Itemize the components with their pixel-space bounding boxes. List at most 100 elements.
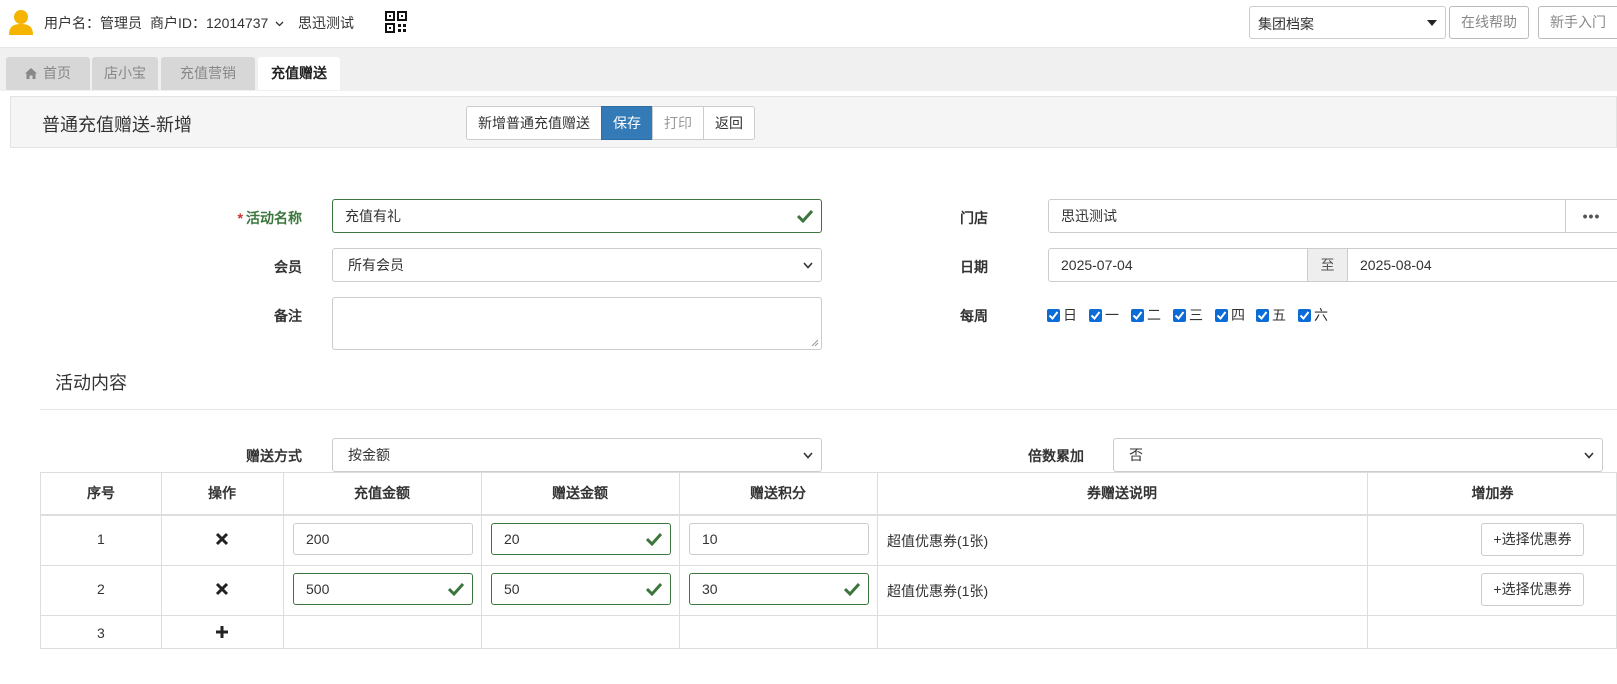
col-header-action: 操作	[208, 485, 236, 501]
weekday-sat-label: 六	[1314, 307, 1328, 323]
newbie-guide-button[interactable]: 新手入门	[1538, 6, 1617, 39]
delete-row-icon[interactable]	[215, 582, 229, 596]
row-2-gift-amount-value: 50	[504, 581, 520, 597]
grid-line	[481, 473, 482, 649]
row-1-recharge-value: 200	[306, 531, 330, 547]
date-to-value: 2025-08-04	[1360, 257, 1432, 273]
row-3-no: 3	[97, 625, 105, 641]
checkbox-checked-icon[interactable]	[1173, 308, 1186, 322]
save-button[interactable]: 保存	[601, 106, 653, 140]
group-archive-select[interactable]: 集团档案	[1249, 6, 1446, 39]
store-value: 思迅测试	[1061, 208, 1117, 224]
section-divider	[40, 409, 1617, 410]
checkbox-checked-icon[interactable]	[1298, 308, 1311, 322]
merchant-id-dropdown[interactable]: 商户ID：12014737	[150, 13, 284, 33]
delete-row-icon[interactable]	[215, 532, 229, 546]
resize-handle-icon[interactable]	[811, 339, 819, 347]
weekday-sun[interactable]: 日	[1047, 305, 1077, 325]
member-select[interactable]: 所有会员	[332, 248, 822, 282]
multiple-accumulate-select[interactable]: 否	[1113, 438, 1603, 472]
row-1-select-coupon-button[interactable]: +选择优惠券	[1481, 523, 1584, 556]
check-icon	[646, 582, 662, 596]
user-avatar-icon	[9, 10, 33, 35]
row-1-coupon-desc: 超值优惠券(1张)	[887, 533, 989, 549]
tab-home-label: 首页	[43, 65, 71, 81]
store-name-text: 思迅测试	[298, 15, 354, 31]
checkbox-checked-icon[interactable]	[1131, 308, 1144, 322]
activity-name-label-text: 活动名称	[246, 210, 302, 226]
checkbox-checked-icon[interactable]	[1256, 308, 1269, 322]
weekday-fri[interactable]: 五	[1256, 305, 1286, 325]
grid-line	[41, 514, 1617, 516]
tab-recharge-gift[interactable]: 充值赠送	[258, 57, 340, 90]
row-2-recharge-input[interactable]: 500	[293, 573, 473, 605]
top-bar: 用户名：管理员 商户ID：12014737 思迅测试 集团档案 在线帮助 新手入…	[0, 0, 1617, 48]
checkbox-checked-icon[interactable]	[1047, 308, 1060, 322]
gift-mode-label: 赠送方式	[246, 448, 302, 464]
checkbox-checked-icon[interactable]	[1089, 308, 1102, 322]
qr-code-icon[interactable]	[385, 11, 407, 33]
online-help-button[interactable]: 在线帮助	[1449, 6, 1529, 39]
row-1-gift-amount-input[interactable]: 20	[491, 523, 671, 555]
grid-line	[1367, 473, 1368, 649]
store-input[interactable]: 思迅测试	[1048, 199, 1566, 233]
weekday-tue[interactable]: 二	[1131, 305, 1161, 325]
checkbox-checked-icon[interactable]	[1215, 308, 1228, 322]
row-1-recharge-input[interactable]: 200	[293, 523, 473, 555]
weekday-mon[interactable]: 一	[1089, 305, 1119, 325]
row-1-points-input[interactable]: 10	[689, 523, 869, 555]
date-from-input[interactable]: 2025-07-04	[1048, 248, 1308, 282]
member-select-value: 所有会员	[348, 257, 404, 273]
multiple-accumulate-label: 倍数累加	[1028, 448, 1084, 464]
back-button[interactable]: 返回	[703, 106, 755, 140]
row-1-points-value: 10	[702, 531, 718, 547]
activity-name-label: * 活动名称	[220, 208, 302, 228]
page-title: 普通充值赠送-新增	[42, 115, 192, 135]
grid-line	[161, 473, 162, 649]
chevron-down-icon	[803, 452, 813, 459]
new-recharge-gift-button[interactable]: 新增普通充值赠送	[466, 106, 602, 140]
print-button[interactable]: 打印	[652, 106, 704, 140]
username-text: 用户名：管理员	[44, 15, 142, 31]
recharge-rules-table: 序号 操作 充值金额 赠送金额 赠送积分 券赠送说明 增加券 1 200 20 …	[40, 472, 1617, 649]
col-header-coupon-desc: 券赠送说明	[1087, 485, 1157, 501]
add-row-icon[interactable]	[215, 625, 229, 639]
weekday-thu-label: 四	[1231, 307, 1245, 323]
date-to-input[interactable]: 2025-08-04	[1347, 248, 1617, 282]
check-icon	[646, 532, 662, 546]
row-2-recharge-value: 500	[306, 581, 330, 597]
col-header-gift-amount: 赠送金额	[552, 485, 608, 501]
gift-mode-select[interactable]: 按金额	[332, 438, 822, 472]
tab-home[interactable]: 首页	[6, 57, 90, 90]
merchant-id-text: 商户ID：12014737	[150, 15, 269, 31]
row-2-points-value: 30	[702, 581, 718, 597]
row-2-select-coupon-button[interactable]: +选择优惠券	[1481, 573, 1584, 606]
member-label: 会员	[274, 259, 302, 275]
chevron-down-icon	[275, 21, 284, 27]
date-label: 日期	[960, 259, 988, 275]
activity-name-input[interactable]: 充值有礼	[332, 199, 822, 233]
page-header-panel: 普通充值赠送-新增 新增普通充值赠送 保存 打印 返回	[10, 96, 1617, 148]
col-header-no: 序号	[87, 485, 115, 501]
toolbar-button-group: 新增普通充值赠送 保存 打印 返回	[466, 106, 755, 140]
caret-down-icon	[1427, 20, 1437, 26]
check-icon	[797, 209, 813, 223]
row-2-no: 2	[97, 581, 105, 597]
row-2-points-input[interactable]: 30	[689, 573, 869, 605]
row-1-gift-amount-value: 20	[504, 531, 520, 547]
weekday-wed-label: 三	[1189, 307, 1203, 323]
weekday-thu[interactable]: 四	[1215, 305, 1245, 325]
weekday-wed[interactable]: 三	[1173, 305, 1203, 325]
row-2-gift-amount-input[interactable]: 50	[491, 573, 671, 605]
row-1-no: 1	[97, 531, 105, 547]
remark-textarea[interactable]	[332, 297, 822, 350]
gift-mode-value: 按金额	[348, 447, 390, 463]
weekday-sat[interactable]: 六	[1298, 305, 1328, 325]
tab-recharge-marketing[interactable]: 充值营销	[161, 57, 255, 90]
check-icon	[448, 582, 464, 596]
store-picker-button[interactable]: •••	[1565, 199, 1617, 233]
chevron-down-icon	[803, 262, 813, 269]
check-icon	[844, 582, 860, 596]
tab-dianxiaobao[interactable]: 店小宝	[92, 57, 158, 90]
home-icon	[25, 68, 37, 79]
